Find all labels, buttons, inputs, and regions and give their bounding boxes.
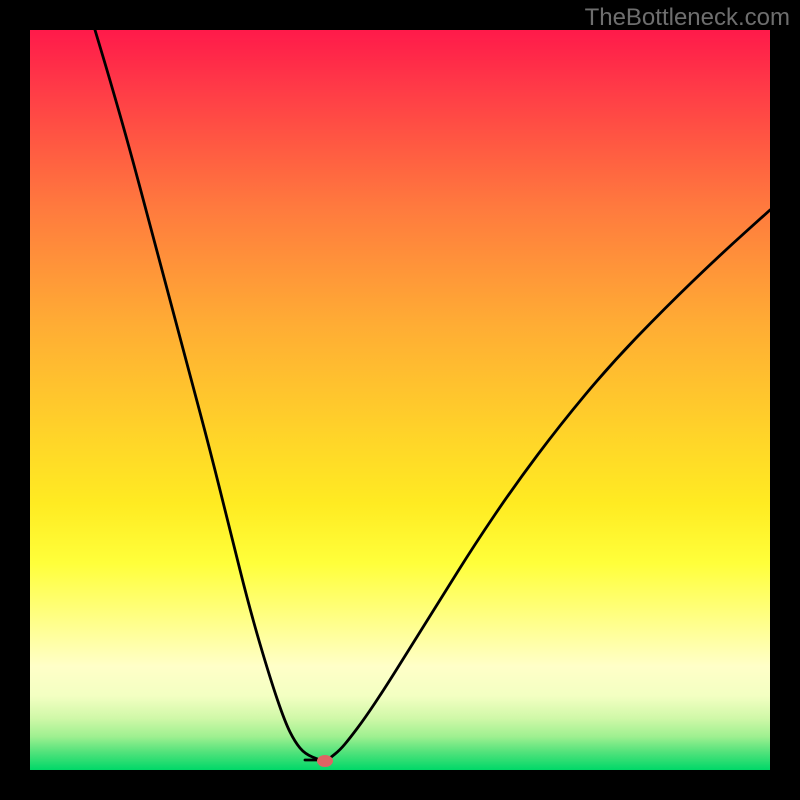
- bottleneck-curve-left: [95, 30, 320, 760]
- plot-area: [30, 30, 770, 770]
- watermark-text: TheBottleneck.com: [585, 4, 790, 32]
- bottleneck-curve-right: [330, 210, 770, 758]
- optimum-point-marker: [317, 755, 333, 767]
- curve-layer: [30, 30, 770, 770]
